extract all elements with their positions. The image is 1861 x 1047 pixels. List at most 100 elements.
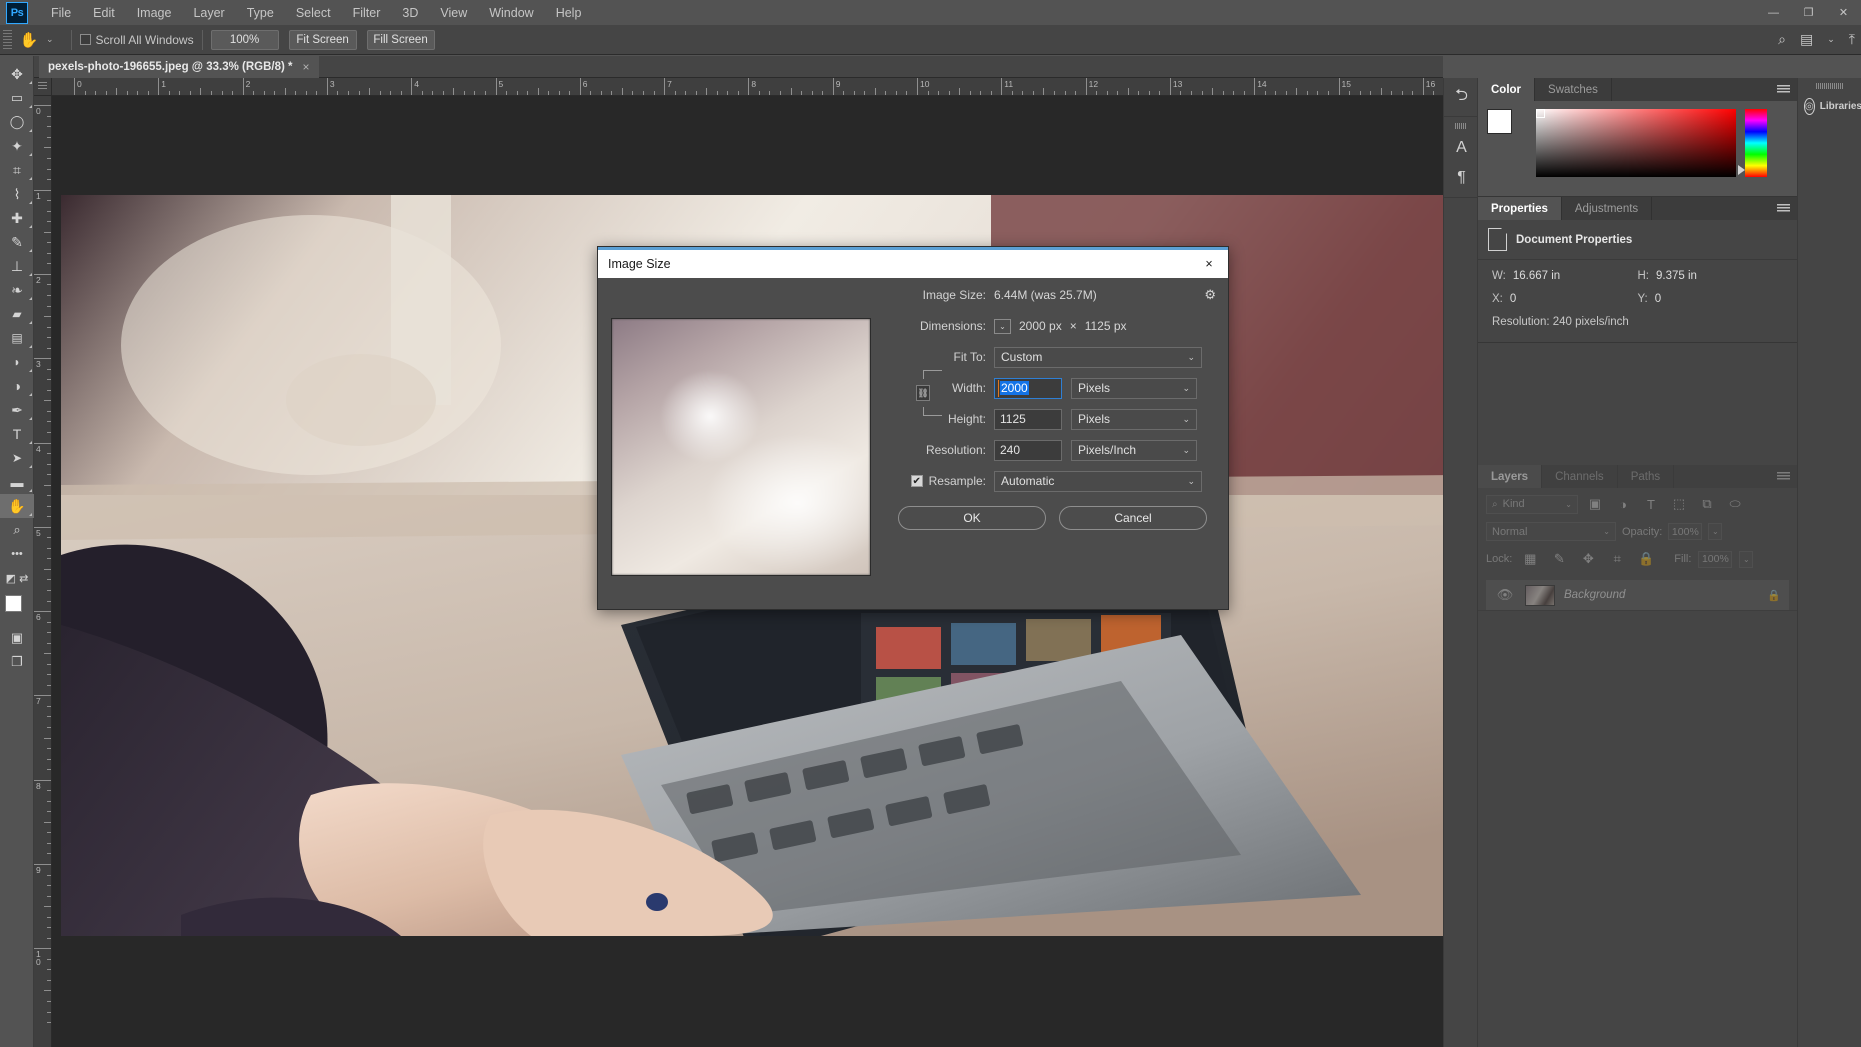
menu-help[interactable]: Help [545, 2, 593, 24]
lock-icon[interactable]: 🔒 [1767, 589, 1781, 602]
shape-filter-icon[interactable]: ⬚ [1668, 494, 1690, 514]
dialog-preview[interactable] [611, 318, 871, 576]
more-tools-icon[interactable]: ••• [0, 542, 34, 566]
crop-tool[interactable]: ⌗ [0, 158, 34, 182]
rectangle-tool[interactable]: ▬ [0, 470, 34, 494]
eye-icon[interactable]: 👁 [1494, 585, 1516, 605]
tab-paths[interactable]: Paths [1617, 465, 1675, 488]
close-icon[interactable]: ✕ [1826, 0, 1861, 25]
panel-grip[interactable] [1455, 123, 1466, 129]
brush-tool[interactable]: ✎ [0, 230, 34, 254]
hue-slider-handle[interactable] [1738, 165, 1745, 175]
lock-position-icon[interactable]: ✥ [1577, 549, 1599, 569]
path-selection-tool[interactable]: ➤ [0, 446, 34, 470]
fill-chevron-down-icon[interactable]: ⌄ [1739, 550, 1754, 568]
share-icon[interactable]: ⤒ [1849, 31, 1855, 48]
lock-artboard-icon[interactable]: ⌗ [1606, 549, 1628, 569]
menu-edit[interactable]: Edit [82, 2, 126, 24]
lock-transparency-icon[interactable]: ▦ [1519, 549, 1541, 569]
lock-image-icon[interactable]: ✎ [1548, 549, 1570, 569]
width-input[interactable]: 2000 [994, 377, 1062, 399]
color-swatches[interactable] [0, 593, 34, 623]
panel-menu-icon[interactable] [1777, 78, 1790, 101]
tab-color[interactable]: Color [1478, 78, 1536, 101]
ruler-corner[interactable] [34, 78, 52, 96]
zoom-100-button[interactable]: 100% [210, 29, 279, 50]
adjustment-filter-icon[interactable]: ◑ [1612, 494, 1634, 514]
menu-filter[interactable]: Filter [342, 2, 392, 24]
filter-toggle-icon[interactable]: ⬭ [1724, 494, 1746, 514]
resample-select[interactable]: Automatic ⌄ [994, 470, 1202, 492]
hue-slider[interactable] [1738, 109, 1767, 177]
lasso-tool[interactable]: ◯ [0, 110, 34, 134]
menu-window[interactable]: Window [478, 2, 544, 24]
dodge-tool[interactable]: ◑ [0, 374, 34, 398]
fill-screen-button[interactable]: Fill Screen [366, 29, 435, 50]
blur-tool[interactable]: ◗ [0, 350, 34, 374]
image-size-dialog[interactable]: Image Size × Image Size: 6.44M (was 25.7… [597, 246, 1229, 610]
layer-filter-kind-select[interactable]: ⌕ Kind ⌄ [1486, 494, 1578, 514]
menu-3d[interactable]: 3D [391, 2, 429, 24]
menu-type[interactable]: Type [236, 2, 285, 24]
blend-mode-select[interactable]: Normal ⌄ [1486, 522, 1616, 541]
quick-mask-icon[interactable]: ▣ [0, 626, 34, 650]
type-tool[interactable]: T [0, 422, 34, 446]
layer-name[interactable]: Background [1564, 589, 1625, 601]
character-icon[interactable]: A [1444, 133, 1479, 163]
tab-channels[interactable]: Channels [1542, 465, 1618, 488]
history-icon[interactable]: ⮌ [1444, 82, 1479, 112]
minimize-icon[interactable]: — [1756, 0, 1791, 25]
tab-swatches[interactable]: Swatches [1535, 78, 1612, 101]
clone-stamp-tool[interactable]: ⊥ [0, 254, 34, 278]
ok-button[interactable]: OK [898, 506, 1046, 530]
dialog-title-bar[interactable]: Image Size × [598, 250, 1228, 278]
paragraph-icon[interactable]: ¶ [1444, 163, 1479, 193]
hand-icon[interactable]: ✋ [16, 27, 42, 53]
healing-brush-tool[interactable]: ✚ [0, 206, 34, 230]
close-icon[interactable]: × [302, 60, 309, 74]
eraser-tool[interactable]: ▰ [0, 302, 34, 326]
menu-layer[interactable]: Layer [182, 2, 235, 24]
height-input[interactable]: 1125 [994, 408, 1062, 430]
eyedropper-tool[interactable]: ⌇ [0, 182, 34, 206]
tab-layers[interactable]: Layers [1478, 465, 1543, 488]
layer-thumbnail[interactable] [1525, 584, 1555, 606]
lock-all-icon[interactable]: 🔒 [1635, 549, 1657, 569]
foreground-color-swatch[interactable] [5, 595, 22, 612]
tab-properties[interactable]: Properties [1478, 197, 1562, 220]
menu-image[interactable]: Image [126, 2, 183, 24]
panel-menu-icon[interactable] [1777, 465, 1790, 488]
color-field[interactable] [1536, 109, 1736, 177]
width-unit-select[interactable]: Pixels ⌄ [1071, 377, 1197, 399]
move-tool[interactable]: ✥ [0, 62, 34, 86]
fill-value[interactable]: 100% [1698, 550, 1733, 568]
close-icon[interactable]: × [1194, 250, 1224, 278]
opacity-value[interactable]: 100% [1668, 523, 1703, 540]
chevron-down-icon[interactable]: ⌄ [994, 318, 1011, 334]
history-brush-tool[interactable]: ❧ [0, 278, 34, 302]
marquee-tool[interactable]: ▭ [0, 86, 34, 110]
panel-menu-icon[interactable] [1777, 197, 1790, 220]
fit-screen-button[interactable]: Fit Screen [288, 29, 357, 50]
zoom-tool[interactable]: ⌕ [0, 518, 34, 542]
gradient-tool[interactable]: ▤ [0, 326, 34, 350]
foreground-color-swatch[interactable] [1487, 109, 1512, 134]
opacity-chevron-down-icon[interactable]: ⌄ [1708, 523, 1723, 540]
pen-tool[interactable]: ✒ [0, 398, 34, 422]
scroll-all-windows-checkbox[interactable]: Scroll All Windows [79, 33, 194, 47]
horizontal-ruler[interactable]: 0 1 2 3 4 5 6 7 8 9 10 11 12 13 14 15 16 [52, 78, 1443, 96]
smart-object-filter-icon[interactable]: ⧉ [1696, 494, 1718, 514]
pixel-filter-icon[interactable]: ▣ [1584, 494, 1606, 514]
menu-view[interactable]: View [429, 2, 478, 24]
menu-select[interactable]: Select [285, 2, 342, 24]
link-toggle-button[interactable]: ⛓ [916, 385, 930, 401]
menu-file[interactable]: File [40, 2, 82, 24]
resample-checkbox[interactable]: ✔ [910, 475, 923, 487]
table-row[interactable]: 👁 Background 🔒 [1486, 580, 1789, 610]
cancel-button[interactable]: Cancel [1059, 506, 1207, 530]
search-icon[interactable]: ⌕ [1778, 31, 1786, 48]
default-colors-icon[interactable]: ◩ ⇄ [0, 566, 34, 590]
resolution-unit-select[interactable]: Pixels/Inch ⌄ [1071, 439, 1197, 461]
tool-preset-chevron-down-icon[interactable]: ⌄ [42, 30, 58, 49]
quick-selection-tool[interactable]: ✦ [0, 134, 34, 158]
